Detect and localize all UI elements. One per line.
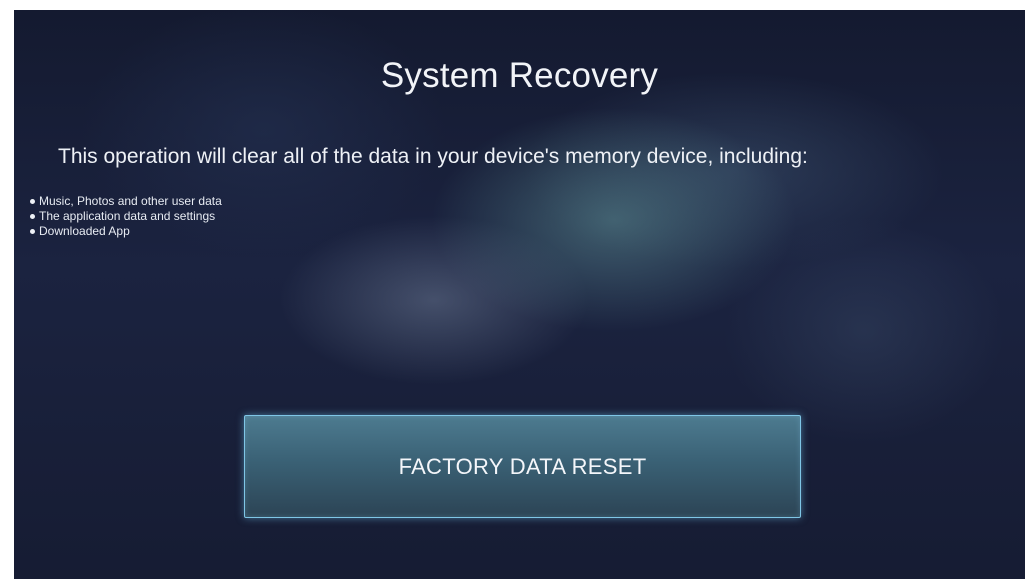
list-item-label: Downloaded App xyxy=(39,224,130,238)
list-item-label: The application data and settings xyxy=(39,209,216,223)
bullet-icon xyxy=(30,199,35,204)
bullet-icon xyxy=(30,214,35,219)
list-item-label: Music, Photos and other user data xyxy=(39,194,222,208)
list-item: The application data and settings xyxy=(30,209,222,224)
data-types-list: Music, Photos and other user data The ap… xyxy=(30,194,222,239)
bullet-icon xyxy=(30,229,35,234)
list-item: Downloaded App xyxy=(30,224,222,239)
warning-description: This operation will clear all of the dat… xyxy=(58,145,808,168)
recovery-screen: System Recovery This operation will clea… xyxy=(14,10,1025,579)
factory-data-reset-label: FACTORY DATA RESET xyxy=(398,453,647,479)
page-title: System Recovery xyxy=(380,56,659,95)
factory-data-reset-button[interactable]: FACTORY DATA RESET xyxy=(244,415,801,518)
list-item: Music, Photos and other user data xyxy=(30,194,222,209)
